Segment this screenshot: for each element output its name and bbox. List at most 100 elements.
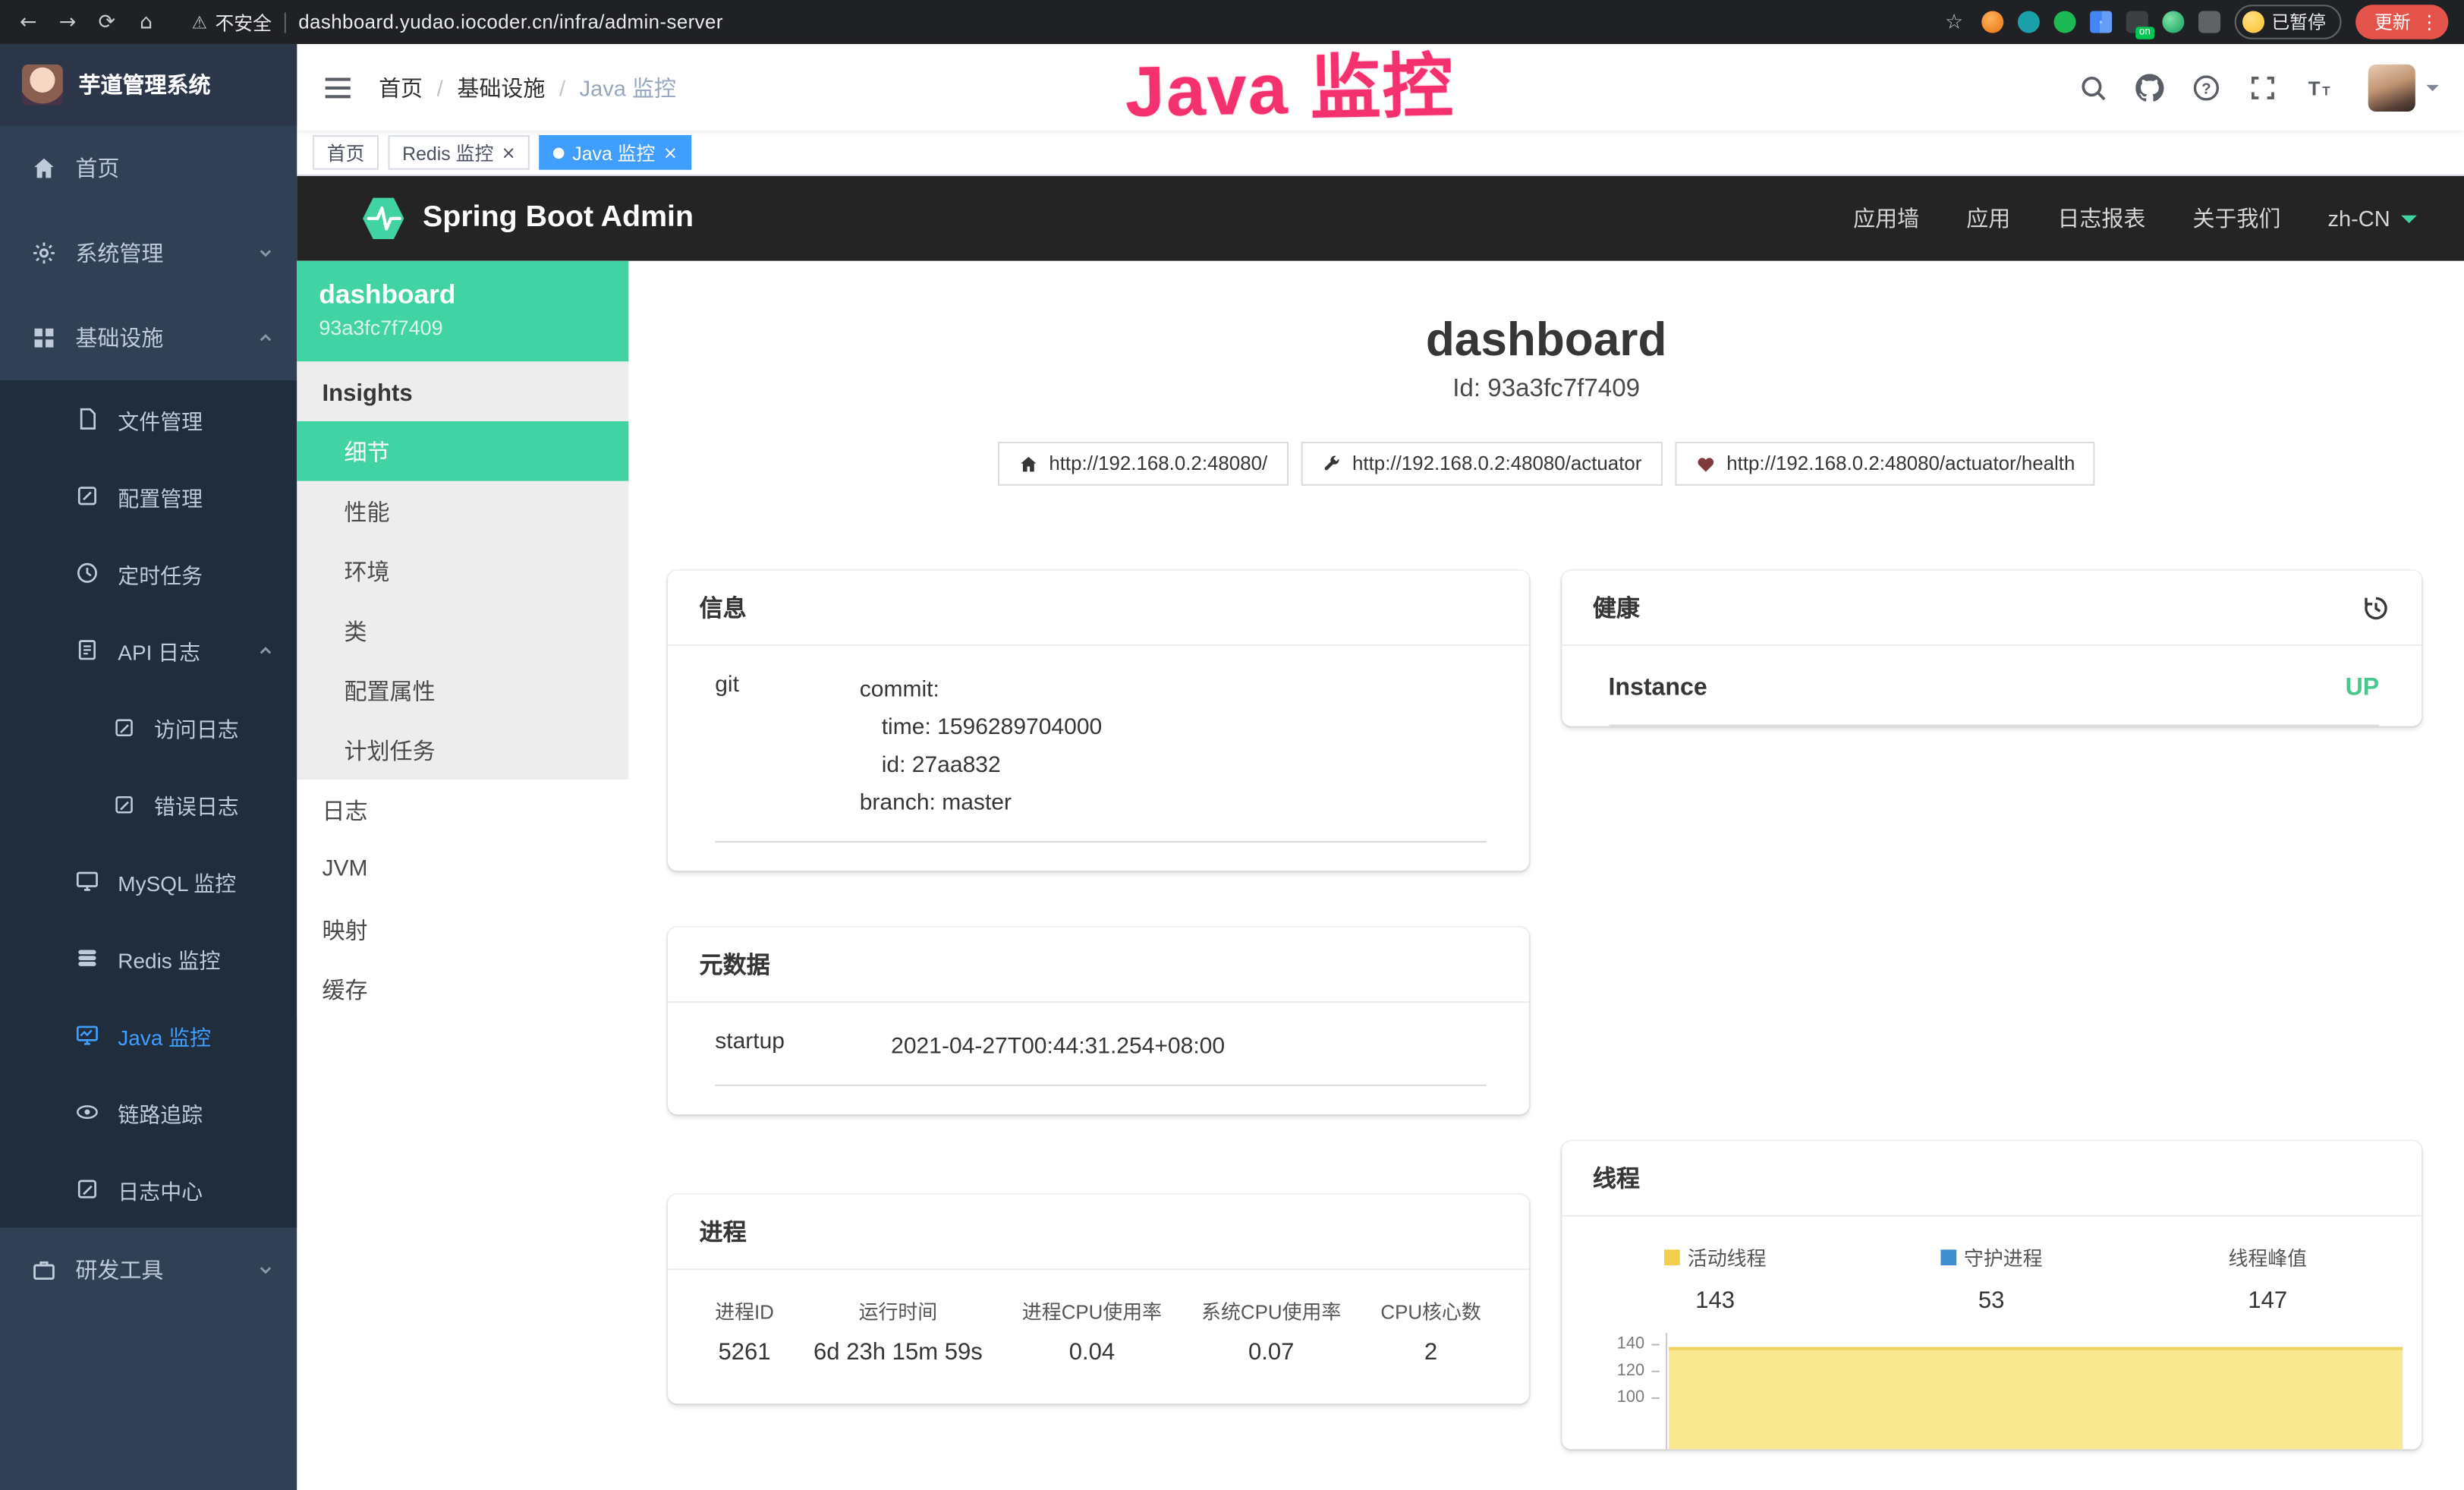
heart-icon [1695,453,1716,474]
instance-link-home[interactable]: http://192.168.0.2:48080/ [997,442,1288,486]
profile-paused-badge[interactable]: 已暂停 [2234,5,2342,39]
sidebar-item-system[interactable]: 系统管理 [0,210,297,295]
search-icon[interactable] [2079,73,2107,101]
sba-side-item-env[interactable]: 环境 [297,540,628,600]
instance-link-actuator[interactable]: http://192.168.0.2:48080/actuator [1301,442,1663,486]
sidebar-item-java[interactable]: Java 监控 [0,997,297,1073]
daemon-threads-swatch [1940,1249,1956,1265]
sidebar-item-error-log[interactable]: 错误日志 [0,765,297,842]
sba-side-item-metrics[interactable]: 性能 [297,481,628,541]
sidebar-item-devtools[interactable]: 研发工具 [0,1227,297,1312]
sba-nav-journal[interactable]: 日志报表 [2057,203,2145,234]
close-tab-icon[interactable]: × [663,143,678,161]
extensions-puzzle-icon[interactable] [2198,11,2220,33]
metadata-row-value: 2021-04-27T00:44:31.254+08:00 [891,1028,1486,1066]
sidebar-item-redis[interactable]: Redis 监控 [0,919,297,996]
sidebar-item-trace[interactable]: 链路追踪 [0,1073,297,1150]
breadcrumb-infra[interactable]: 基础设施 [457,71,545,102]
sba-nav-about[interactable]: 关于我们 [2192,203,2280,234]
app-logo-icon [22,65,63,106]
sba-side-item-config-props[interactable]: 配置属性 [297,660,628,720]
browser-home-icon[interactable]: ⌂ [134,10,159,33]
sidebar-item-log-center[interactable]: 日志中心 [0,1151,297,1227]
instance-link-health[interactable]: http://192.168.0.2:48080/actuator/health [1675,442,2095,486]
extension-icon-6[interactable] [2161,11,2183,33]
extension-icon-1[interactable] [1981,11,2003,33]
sba-nav-wall[interactable]: 应用墙 [1853,203,1919,234]
fullscreen-icon[interactable] [2248,73,2277,101]
sidebar-item-home[interactable]: 首页 [0,126,297,211]
info-card: 信息 git commit: time: 1596289704000 id: 2 [668,571,1528,871]
instance-title-block: dashboard Id: 93a3fc7f7409 http://192.16… [628,261,2464,486]
sidebar-item-job[interactable]: 定时任务 [0,534,297,611]
chrome-menu-icon[interactable]: ⋮ [2420,11,2439,33]
instance-header[interactable]: dashboard 93a3fc7f7409 [297,261,628,362]
sba-brand[interactable]: Spring Boot Admin [360,195,694,242]
breadcrumb-home[interactable]: 首页 [379,71,423,102]
extension-icon-2[interactable] [2017,11,2039,33]
sba-side-item-logs[interactable]: 日志 [297,780,628,840]
hamburger-icon[interactable] [323,71,354,102]
sba-side-item-jvm[interactable]: JVM [297,840,628,899]
emoji-face-icon [2242,11,2264,33]
sba-side-item-mappings[interactable]: 映射 [297,899,628,959]
legend-peak-threads: 线程峰值 147 [2129,1242,2406,1314]
locale-select[interactable]: zh-CN [2328,206,2417,231]
insights-group: Insights 细节 性能 环境 类 配置属性 计划任务 [297,361,628,780]
chrome-update-button[interactable]: 更新 ⋮ [2355,5,2448,39]
update-label: 更新 [2374,9,2411,34]
help-icon[interactable]: ? [2192,73,2220,101]
tab-java[interactable]: Java 监控 × [540,135,692,170]
sba-side-item-classes[interactable]: 类 [297,600,628,660]
instance-details: dashboard Id: 93a3fc7f7409 http://192.16… [628,261,2464,1490]
screenshot-viewport: ← → ⟳ ⌂ ⚠ 不安全 dashboard.yudao.iocoder.cn… [0,0,2464,1490]
sba-side-item-caches[interactable]: 缓存 [297,959,628,1019]
extension-icon-5[interactable]: on [2126,11,2148,33]
breadcrumb: 首页 / 基础设施 / Java 监控 [379,71,676,102]
instance-id-subtitle: Id: 93a3fc7f7409 [628,376,2464,404]
browser-forward-icon[interactable]: → [55,10,80,33]
stat-pid: 进程ID 5261 [715,1295,774,1366]
chevron-down-icon [2401,215,2417,231]
infra-submenu: 文件管理 配置管理 定时任务 API 日志 [0,380,297,1227]
sba-side-item-details[interactable]: 细节 [297,421,628,481]
sidebar-item-file[interactable]: 文件管理 [0,380,297,457]
sidebar-item-mysql[interactable]: MySQL 监控 [0,843,297,919]
active-threads-area [1668,1347,2403,1450]
extension-on-badge: on [2136,27,2154,39]
health-row-label: Instance [1608,674,1707,702]
browser-back-icon[interactable]: ← [16,10,41,33]
sba-navbar: Spring Boot Admin 应用墙 应用 日志报表 关于我们 zh-CN [297,176,2464,261]
metadata-startup-row: startup 2021-04-27T00:44:31.254+08:00 [715,1019,1486,1086]
avatar[interactable] [2368,64,2415,111]
sidebar-item-access-log[interactable]: 访问日志 [0,688,297,765]
extension-icon-3[interactable] [2053,11,2075,33]
address-bar[interactable]: ⚠ 不安全 dashboard.yudao.iocoder.cn/infra/a… [192,8,723,35]
tab-redis[interactable]: Redis 监控 × [389,135,530,170]
url-text[interactable]: dashboard.yudao.iocoder.cn/infra/admin-s… [298,11,723,33]
threads-chart-plot [1665,1333,2403,1449]
user-menu[interactable] [2368,64,2439,111]
spring-boot-admin-logo-icon [360,195,407,242]
github-icon[interactable] [2135,73,2163,101]
security-warning-icon: ⚠ [192,12,207,33]
sba-nav-applications[interactable]: 应用 [1966,203,2010,234]
browser-reload-icon[interactable]: ⟳ [94,10,119,33]
app-logo[interactable]: 芋道管理系统 [0,44,297,126]
extension-icon-4[interactable] [2089,11,2111,33]
history-icon[interactable] [2362,594,2390,622]
status-badge: UP [2346,674,2380,702]
info-card-title: 信息 [700,591,747,624]
bookmark-star-icon[interactable]: ☆ [1941,10,1966,33]
font-size-icon[interactable]: TT [2305,73,2333,101]
sidebar-item-config[interactable]: 配置管理 [0,458,297,534]
app-title: 芋道管理系统 [79,69,211,100]
tab-home[interactable]: 首页 [313,135,379,170]
info-row-value: commit: time: 1596289704000 id: 27aa832 … [860,671,1486,822]
sidebar-item-api-log[interactable]: API 日志 [0,612,297,688]
sidebar-item-infra[interactable]: 基础设施 [0,295,297,380]
close-tab-icon[interactable]: × [502,143,516,161]
database-stack-icon [75,947,99,970]
info-row-label: git [715,671,860,822]
sba-side-item-scheduled-tasks[interactable]: 计划任务 [297,720,628,780]
